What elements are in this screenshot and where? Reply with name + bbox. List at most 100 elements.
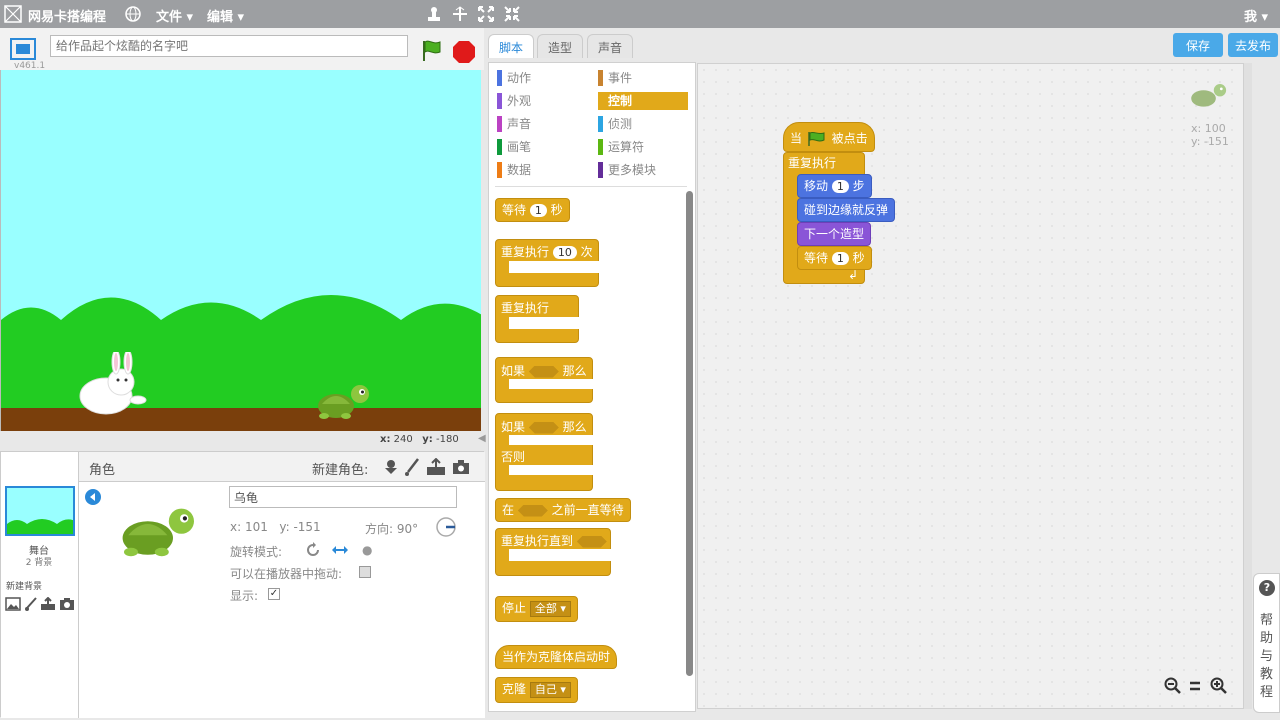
palette-scrollbar[interactable] <box>686 191 693 676</box>
block-clone[interactable]: 克隆 自己 ▾ <box>495 677 578 703</box>
category-more-blocks[interactable]: 更多模块 <box>598 161 688 179</box>
stage-header: v461.1 <box>0 28 484 71</box>
stage-canvas[interactable] <box>0 70 481 431</box>
rotate-all-icon[interactable] <box>305 542 321 558</box>
stage-backdrop <box>1 70 481 431</box>
grow-icon[interactable] <box>477 5 495 23</box>
block-wait-until[interactable]: 在 之前一直等待 <box>495 498 631 522</box>
forever-label: 重复执行 <box>788 156 837 170</box>
paint-new-sprite-icon[interactable] <box>404 458 420 476</box>
new-backdrop-label: 新建背景 <box>6 582 43 592</box>
category-looks[interactable]: 外观 <box>497 92 587 110</box>
no-rotate-icon[interactable]: ● <box>362 543 372 557</box>
block-repeat-until-label: 重复执行直到 <box>501 532 607 549</box>
duplicate-stamp-icon[interactable] <box>425 5 443 23</box>
category-operators[interactable]: 运算符 <box>598 138 688 156</box>
tab-costumes[interactable]: 造型 <box>537 34 584 58</box>
zoom-reset-icon[interactable] <box>1188 679 1202 693</box>
block-else-slot <box>509 465 593 475</box>
shrink-icon[interactable] <box>503 5 521 23</box>
category-sensing[interactable]: 侦测 <box>598 115 688 133</box>
cut-scissors-icon[interactable] <box>451 5 469 23</box>
tab-scripts[interactable]: 脚本 <box>488 34 535 58</box>
category-pen[interactable]: 画笔 <box>497 138 587 156</box>
category-data[interactable]: 数据 <box>497 161 587 179</box>
block-if-slot <box>509 379 593 389</box>
zoom-out-icon[interactable] <box>1164 677 1182 695</box>
back-arrow-icon[interactable] <box>84 488 102 506</box>
green-flag-block-icon <box>808 131 825 146</box>
left-right-icon[interactable] <box>331 544 349 556</box>
mouse-coords: x: 240 y: -180 <box>380 434 459 445</box>
block-if-label: 如果 那么 <box>501 364 587 378</box>
app-name: 网易卡搭编程 <box>28 10 107 25</box>
rotation-mode-label: 旋转模式: <box>230 545 283 559</box>
stop-sign-icon[interactable] <box>452 40 476 64</box>
bounce-on-edge-block[interactable]: 碰到边缘就反弹 <box>797 198 896 222</box>
block-when-clone-start[interactable]: 当作为克隆体启动时 <box>495 645 618 669</box>
paint-brush-icon[interactable] <box>24 597 38 611</box>
category-motion[interactable]: 动作 <box>497 69 587 87</box>
sprite-coords: x: 100 y: -151 <box>1191 122 1229 148</box>
stage-thumbnail[interactable] <box>5 486 75 536</box>
publish-button[interactable]: 去发布 <box>1228 33 1278 57</box>
draggable-checkbox[interactable] <box>359 566 371 578</box>
block-stop[interactable]: 停止 全部 ▾ <box>495 596 578 622</box>
help-tab[interactable]: ? 帮助与教程 <box>1253 573 1280 713</box>
scripts-area[interactable]: 当 被点击 重复执行 移动 1 步 碰到边缘就反弹 下一个造型 等待 1 秒 ↲… <box>697 63 1244 709</box>
block-repeat-slot <box>509 261 599 273</box>
upload-sprite-icon[interactable] <box>426 458 446 476</box>
draggable-label: 可以在播放器中拖动: <box>230 567 343 581</box>
green-flag-icon[interactable] <box>420 39 444 63</box>
turtle-thumbnail <box>122 508 194 557</box>
sprite-library-icon[interactable] <box>382 458 400 476</box>
scripts-scrollbar[interactable] <box>1244 63 1252 709</box>
stage-column: 舞台 2 背景 新建背景 <box>1 452 79 718</box>
new-sprite-label: 新建角色: <box>312 463 369 478</box>
wait-seconds-block[interactable]: 等待 1 秒 <box>797 246 872 270</box>
move-steps-block[interactable]: 移动 1 步 <box>797 174 872 198</box>
show-label: 显示: <box>230 589 259 603</box>
sprite-position: x: 101 y: -151 <box>230 520 321 534</box>
top-menu-bar: 网易卡搭编程 文件 ▾ 编辑 ▾ 我 ▾ <box>0 0 1280 28</box>
camera-icon[interactable] <box>59 597 75 611</box>
menu-edit[interactable]: 编辑 ▾ <box>207 6 244 25</box>
upload-backdrop-icon[interactable] <box>40 597 56 611</box>
show-checkbox[interactable]: ✓ <box>268 588 280 600</box>
block-forever-slot <box>509 317 579 329</box>
next-costume-block[interactable]: 下一个造型 <box>797 222 872 246</box>
direction-dial-icon[interactable] <box>435 516 457 538</box>
block-if-slot-1 <box>509 435 593 445</box>
sprite-header: 角色 新建角色: <box>79 452 485 482</box>
category-control[interactable]: 控制 <box>598 92 688 110</box>
block-wait[interactable]: 等待 1 秒 <box>495 198 570 222</box>
project-name-input[interactable] <box>50 35 408 57</box>
rabbit-sprite[interactable] <box>76 352 156 418</box>
help-label: 帮助与教程 <box>1260 613 1274 700</box>
stage-backdrop-count: 2 背景 <box>25 558 53 568</box>
collapse-stage-arrow[interactable]: ◀ <box>478 433 488 447</box>
loop-arrow-icon: ↲ <box>848 268 859 282</box>
sprite-pane: 舞台 2 背景 新建背景 角色 新建角色: x: 101 y: -151 方向:… <box>0 451 485 718</box>
category-sound[interactable]: 声音 <box>497 115 587 133</box>
palette-divider <box>495 186 687 187</box>
block-palette: 动作 外观 声音 画笔 数据 事件 控制 侦测 运算符 更多模块 等待 1 秒 … <box>488 62 696 712</box>
when-flag-clicked-block[interactable]: 当 被点击 <box>783 122 875 152</box>
zoom-in-icon[interactable] <box>1210 677 1228 695</box>
menu-file[interactable]: 文件 ▾ <box>156 6 193 25</box>
sprite-camera-icon[interactable] <box>452 459 470 475</box>
turtle-sprite[interactable] <box>314 382 374 420</box>
presentation-mode-icon[interactable] <box>10 38 36 60</box>
block-forever-label: 重复执行 <box>501 301 550 315</box>
save-button[interactable]: 保存 <box>1173 33 1223 57</box>
help-question-icon: ? <box>1259 580 1275 596</box>
logo-icon <box>4 5 22 23</box>
user-menu[interactable]: 我 ▾ <box>1244 6 1268 25</box>
sprites-title: 角色 <box>89 463 116 478</box>
backdrop-library-icon[interactable] <box>5 597 21 611</box>
category-events[interactable]: 事件 <box>598 69 688 87</box>
globe-icon[interactable] <box>124 5 142 23</box>
block-repeat-label: 重复执行 10 次 <box>501 245 593 259</box>
tab-sounds[interactable]: 声音 <box>587 34 634 58</box>
sprite-name-input[interactable] <box>229 486 457 508</box>
